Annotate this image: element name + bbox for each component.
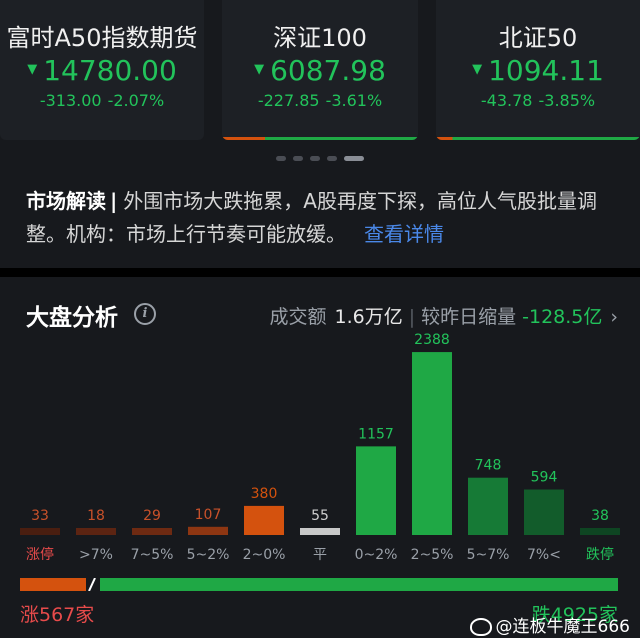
chart-bar xyxy=(76,528,116,535)
chart-value-label: 594 xyxy=(531,469,558,485)
index-trend-bar xyxy=(222,137,418,140)
index-change: -43.78 -3.85% xyxy=(480,91,596,110)
up-ratio-bar xyxy=(20,578,86,591)
chart-bar xyxy=(580,528,620,535)
chart-value-label: 38 xyxy=(591,508,609,524)
indices-panel: 富时A50指数期货 ▼ 14780.00 -313.00 -2.07% 深证100 … xyxy=(0,0,640,268)
chart-category-label: 5~7% xyxy=(467,547,510,563)
watermark: @连板牛魔王666 xyxy=(469,612,630,637)
chart-bar xyxy=(244,505,284,535)
chart-category-label: 7~5% xyxy=(131,547,174,563)
chart-category-label: 2~5% xyxy=(411,547,454,563)
chart-bar xyxy=(356,446,396,535)
chart-value-label: 18 xyxy=(87,508,105,524)
ratio-separator xyxy=(88,578,96,591)
index-name: 北证50 xyxy=(498,24,578,52)
chart-category-label: 平 xyxy=(313,547,327,563)
index-name: 深证100 xyxy=(273,24,367,52)
up-count: 涨567家 xyxy=(20,604,95,626)
chart-value-label: 107 xyxy=(195,507,222,523)
weibo-icon xyxy=(469,618,492,636)
chart-value-label: 2388 xyxy=(414,332,450,348)
chart-category-label: 5~2% xyxy=(187,547,230,563)
chart-value-label: 33 xyxy=(31,508,49,524)
commentary-tag: 市场解读 xyxy=(26,189,106,213)
chart-value-label: 55 xyxy=(311,508,329,524)
chart-bar xyxy=(132,528,172,535)
carousel-dot[interactable] xyxy=(293,156,303,161)
down-arrow-icon: ▼ xyxy=(472,61,483,77)
chart-bar xyxy=(300,528,340,535)
chart-category-label: 涨停 xyxy=(26,546,54,563)
chart-bar xyxy=(412,352,452,535)
carousel-dot[interactable] xyxy=(310,156,320,161)
index-price: ▼ 6087.98 xyxy=(254,54,386,87)
chart-value-label: 29 xyxy=(143,508,161,524)
carousel-dot[interactable] xyxy=(327,156,337,161)
index-price: ▼ 14780.00 xyxy=(27,54,177,87)
chart-bar xyxy=(524,489,564,535)
chart-bar xyxy=(20,528,60,535)
index-card-sz100[interactable]: 深证100 ▼ 6087.98 -227.85 -3.61% xyxy=(222,0,418,140)
view-details-link[interactable]: 查看详情 xyxy=(364,222,444,246)
down-arrow-icon: ▼ xyxy=(254,61,265,77)
carousel-dot-active[interactable] xyxy=(344,156,364,161)
chart-value-label: 748 xyxy=(475,458,502,474)
chart-category-label: >7% xyxy=(79,547,113,563)
chart-category-label: 7%< xyxy=(527,547,561,563)
index-trend-bar xyxy=(436,137,640,140)
down-ratio-bar xyxy=(100,578,618,591)
market-commentary[interactable]: 市场解读 | 外围市场大跌拖累，A股再度下探，高位人气股批量调整。机构：市场上行节奏… xyxy=(26,185,616,251)
chart-category-label: 跌停 xyxy=(586,546,614,563)
index-card-a50[interactable]: 富时A50指数期货 ▼ 14780.00 -313.00 -2.07% xyxy=(0,0,204,140)
index-name: 富时A50指数期货 xyxy=(6,24,198,52)
index-change: -313.00 -2.07% xyxy=(39,91,165,110)
index-card-bz50[interactable]: 北证50 ▼ 1094.11 -43.78 -3.85% xyxy=(436,0,640,140)
index-price: ▼ 1094.11 xyxy=(472,54,604,87)
chart-category-label: 0~2% xyxy=(355,547,398,563)
distribution-bar-chart: 33 涨停 18 >7% 29 7~5% 107 5~2% 380 2~0% 55 平 1157 0~2%… xyxy=(20,332,620,563)
chart-bar xyxy=(188,526,228,535)
chart-category-label: 2~0% xyxy=(243,547,286,563)
chart-value-label: 1157 xyxy=(358,426,394,442)
chart-value-label: 380 xyxy=(251,486,278,502)
commentary-separator: | xyxy=(110,189,118,213)
down-arrow-icon: ▼ xyxy=(27,61,38,77)
chart-bar xyxy=(468,477,508,535)
carousel-dot[interactable] xyxy=(276,156,286,161)
index-change: -227.85 -3.61% xyxy=(257,91,383,110)
